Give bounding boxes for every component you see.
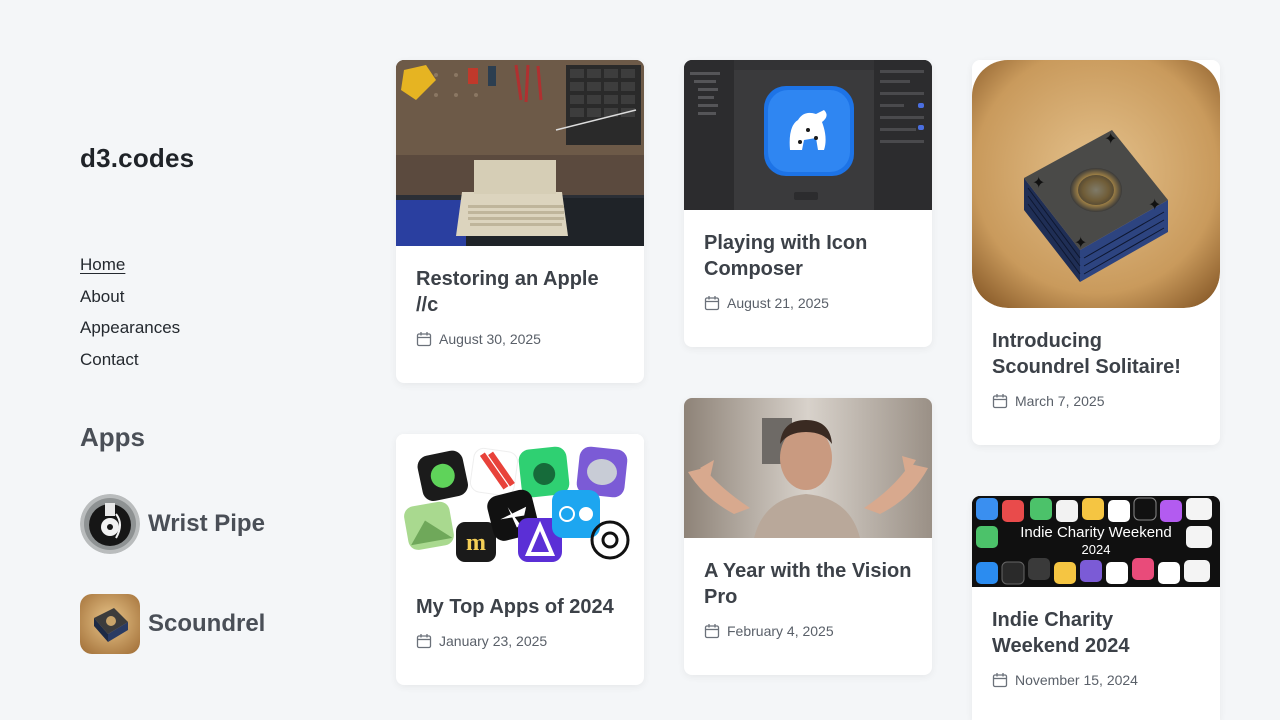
calendar-icon [992, 394, 1008, 409]
post-date: November 15, 2024 [992, 672, 1200, 688]
svg-text:m: m [466, 530, 486, 556]
main-nav: Home About Appearances Contact [80, 255, 180, 381]
banner-line-1: Indie Charity Weekend [1020, 524, 1172, 541]
nav-item-about[interactable]: About [80, 287, 180, 319]
icon-composer-screenshot [684, 60, 932, 210]
calendar-icon [704, 296, 720, 311]
post-card[interactable]: A Year with the Vision Pro February 4, 2… [684, 398, 932, 675]
banner-line-2: 2024 [1081, 542, 1111, 557]
post-title[interactable]: Introducing Scoundrel Solitaire! [992, 328, 1200, 380]
post-date-text: March 7, 2025 [1015, 393, 1105, 409]
indie-charity-weekend-banner: Indie Charity Weekend 2024 [972, 496, 1220, 587]
post-date-text: January 23, 2025 [439, 633, 548, 649]
scoundrel-icon [80, 594, 140, 654]
post-card[interactable]: Restoring an Apple //c August 30, 2025 [396, 60, 644, 383]
svg-text:✦: ✦ [1074, 235, 1087, 252]
post-card[interactable]: m My Top Apps of 2024 January 23, 2025 [396, 434, 644, 685]
post-title[interactable]: Indie Charity Weekend 2024 [992, 607, 1200, 659]
post-card[interactable]: Indie Charity Weekend 2024 Indie Charity… [972, 496, 1220, 720]
post-date: January 23, 2025 [416, 633, 624, 649]
scoundrel-card-deck-art: ✦ ✦ ✦ ✦ [972, 60, 1220, 308]
post-title[interactable]: Restoring an Apple //c [416, 266, 624, 318]
post-card[interactable]: Playing with Icon Composer August 21, 20… [684, 60, 932, 347]
post-date-text: November 15, 2024 [1015, 672, 1138, 688]
nav-item-appearances[interactable]: Appearances [80, 318, 180, 350]
post-date: February 4, 2025 [704, 623, 912, 639]
app-link-wrist-pipe[interactable]: Wrist Pipe [80, 494, 265, 554]
nav-item-label: Contact [80, 349, 139, 369]
nav-item-label: Appearances [80, 318, 181, 337]
nav-item-label: About [80, 286, 125, 306]
post-card[interactable]: ✦ ✦ ✦ ✦ Introducing Scoundrel Solitaire!… [972, 60, 1220, 445]
calendar-icon [416, 634, 432, 649]
svg-text:✦: ✦ [1032, 175, 1045, 192]
post-title[interactable]: My Top Apps of 2024 [416, 594, 624, 620]
post-date-text: February 4, 2025 [727, 623, 834, 639]
apps-heading: Apps [80, 422, 145, 452]
site-title[interactable]: d3.codes [80, 143, 194, 174]
calendar-icon [992, 673, 1008, 688]
calendar-icon [416, 332, 432, 347]
post-title[interactable]: Playing with Icon Composer [704, 230, 912, 282]
post-date-text: August 30, 2025 [439, 331, 541, 347]
post-title[interactable]: A Year with the Vision Pro [704, 558, 912, 610]
app-name: Wrist Pipe [148, 510, 265, 537]
vision-pro-video-still [684, 398, 932, 538]
nav-item-home[interactable]: Home [80, 255, 180, 287]
nav-item-label: Home [80, 255, 126, 274]
svg-text:✦: ✦ [1148, 197, 1161, 214]
svg-text:✦: ✦ [1104, 131, 1117, 148]
wrist-pipe-icon [80, 494, 140, 554]
apple-iic-workbench-photo [396, 60, 644, 246]
post-date: August 21, 2025 [704, 295, 912, 311]
app-name: Scoundrel [148, 610, 266, 637]
app-link-scoundrel[interactable]: Scoundrel [80, 594, 265, 654]
nav-item-contact[interactable]: Contact [80, 350, 180, 382]
post-date-text: August 21, 2025 [727, 295, 829, 311]
banner-text: Indie Charity Weekend 2024 [972, 524, 1220, 558]
post-date: March 7, 2025 [992, 393, 1200, 409]
post-date: August 30, 2025 [416, 331, 624, 347]
app-icons-collage: m [396, 434, 644, 574]
calendar-icon [704, 624, 720, 639]
